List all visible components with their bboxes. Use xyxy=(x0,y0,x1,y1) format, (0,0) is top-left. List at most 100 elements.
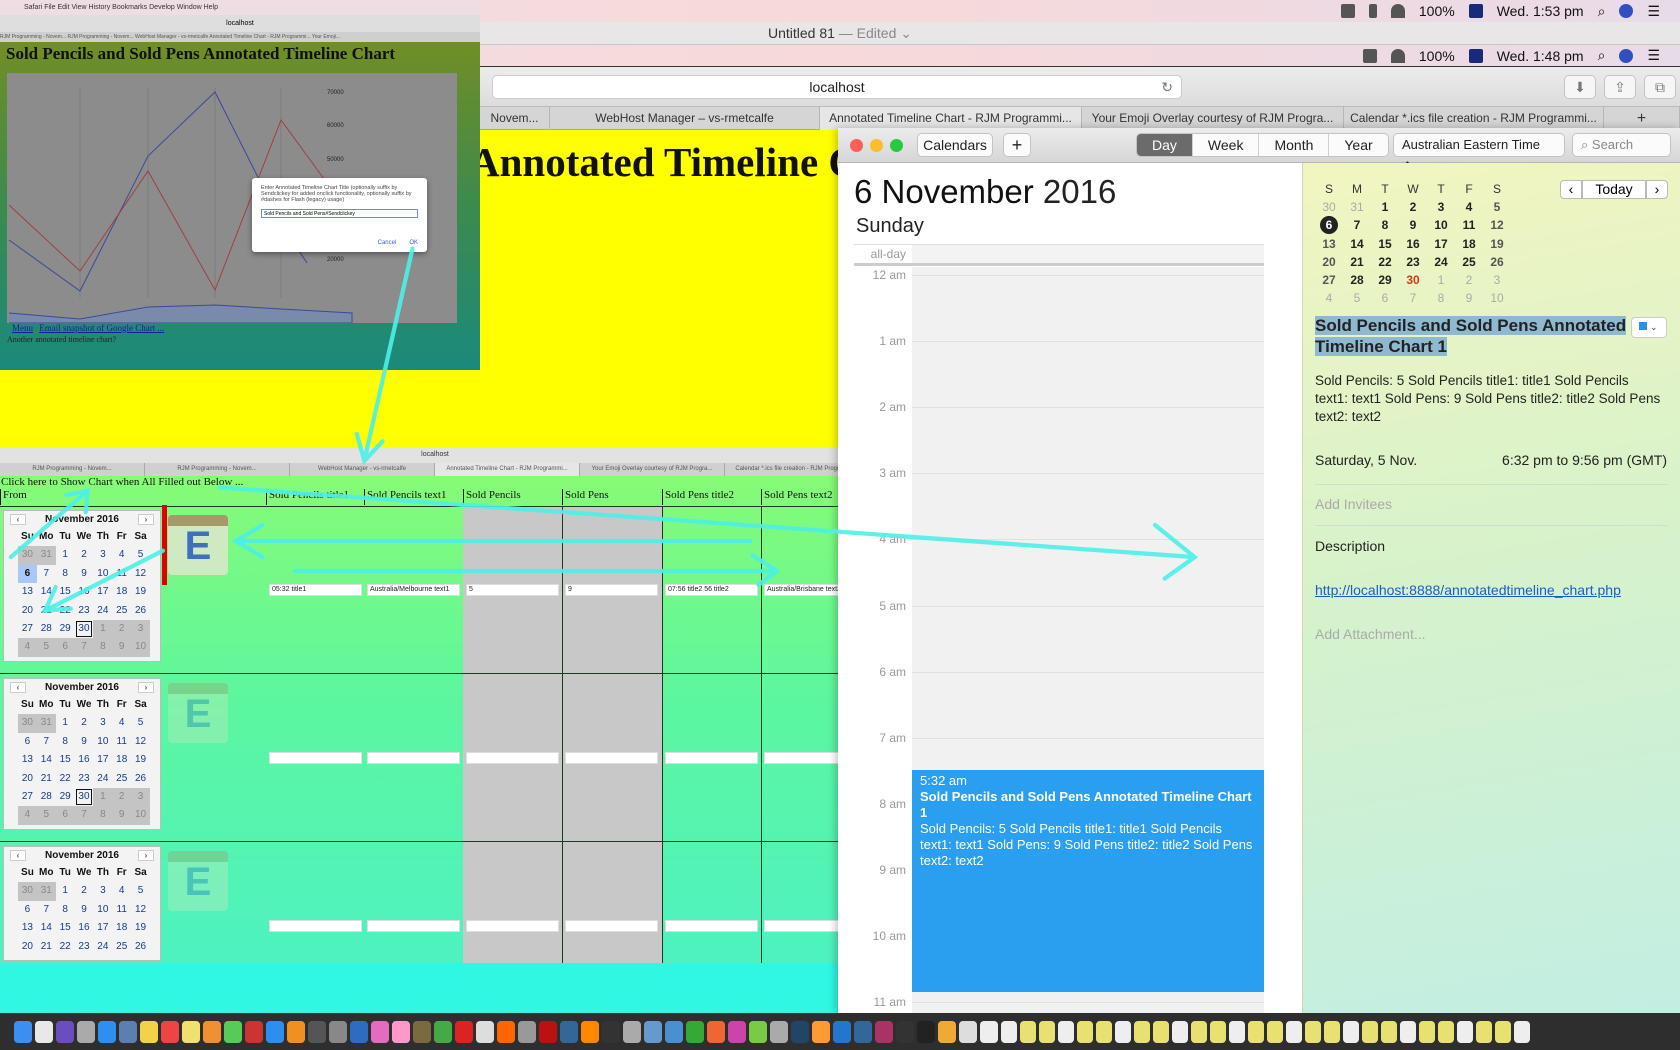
spotlight-icon[interactable]: ⌕ xyxy=(1598,3,1606,20)
date-picker-day[interactable]: 16 xyxy=(75,919,94,937)
date-picker[interactable]: ‹ November 2016 › Su Mo Tu We Th Fr Sa 30 31 1 2 3 4 5 6 7… xyxy=(3,510,161,662)
mini-calendar-day[interactable]: 5 xyxy=(1343,289,1371,307)
document-icon[interactable] xyxy=(1305,1020,1321,1043)
stickies-icon[interactable] xyxy=(182,1020,200,1043)
mini-calendar-day[interactable]: 30 xyxy=(1399,271,1427,289)
document-icon[interactable] xyxy=(1476,1020,1492,1043)
textedit-icon[interactable] xyxy=(476,1020,494,1043)
cell-input[interactable] xyxy=(367,752,460,764)
date-picker-day[interactable]: 20 xyxy=(18,938,37,956)
view-month[interactable]: Month xyxy=(1259,134,1330,156)
date-picker-day[interactable]: 12 xyxy=(131,565,150,583)
gimp-icon[interactable] xyxy=(413,1020,431,1043)
flag-icon[interactable] xyxy=(1468,48,1483,63)
calendar-ics-icon[interactable]: E xyxy=(168,851,228,911)
date-picker-day[interactable]: 3 xyxy=(93,546,112,564)
mini-calendar-day[interactable]: 27 xyxy=(1315,271,1343,289)
music-icon[interactable] xyxy=(392,1020,410,1043)
calendar-event[interactable]: 5:32 am Sold Pencils and Sold Pens Annot… xyxy=(912,770,1264,992)
mini-calendar-day[interactable]: 11 xyxy=(1455,216,1483,234)
close-window-icon[interactable] xyxy=(850,139,863,152)
cell-input[interactable] xyxy=(466,920,559,932)
document-icon[interactable] xyxy=(1229,1020,1245,1043)
document-icon[interactable] xyxy=(1001,1020,1017,1043)
prev-month-button[interactable]: ‹ xyxy=(10,514,26,525)
document-icon[interactable] xyxy=(35,1020,53,1043)
mini-calendar-day[interactable]: 24 xyxy=(1427,253,1455,271)
textwrangler-icon[interactable] xyxy=(665,1020,683,1043)
mini-calendar-day[interactable]: 10 xyxy=(1483,289,1511,307)
date-picker-day[interactable]: 8 xyxy=(93,806,113,825)
date-picker-day[interactable]: 19 xyxy=(131,751,150,769)
event-url-link[interactable]: http://localhost:8888/annotatedtimeline_… xyxy=(1315,582,1621,598)
all-day-row[interactable]: all-day xyxy=(854,244,1264,266)
date-picker-day[interactable]: 27 xyxy=(18,788,37,806)
mini-calendar-day[interactable]: 6 xyxy=(1315,216,1343,235)
date-picker-day[interactable]: 11 xyxy=(112,733,131,751)
date-picker-day[interactable]: 6 xyxy=(55,638,75,657)
date-picker-day[interactable]: 10 xyxy=(131,806,150,825)
document-icon[interactable] xyxy=(1191,1020,1207,1043)
date-picker-day[interactable]: 6 xyxy=(18,564,37,584)
menubar-clock[interactable]: Wed. 1:48 pm xyxy=(1497,48,1584,64)
mini-calendar-day[interactable]: 17 xyxy=(1427,235,1455,253)
menu-link[interactable]: Menu xyxy=(12,323,33,333)
document-icon[interactable] xyxy=(1419,1020,1435,1043)
visual-studio-code-icon[interactable] xyxy=(833,1020,851,1043)
mini-calendar-day[interactable]: 13 xyxy=(1315,235,1343,253)
flag-icon[interactable] xyxy=(1468,4,1483,18)
show-chart-link[interactable]: Click here to Show Chart when All Filled… xyxy=(1,476,243,488)
network-icon[interactable] xyxy=(791,1020,809,1043)
mini-calendar-day[interactable]: 14 xyxy=(1343,235,1371,253)
spotlight-icon[interactable]: ⌕ xyxy=(1598,47,1606,64)
date-picker-day[interactable]: 23 xyxy=(75,770,94,788)
date-picker-day[interactable]: 17 xyxy=(93,583,112,601)
wifi-icon[interactable] xyxy=(1390,4,1405,18)
notes-icon[interactable] xyxy=(140,1020,158,1043)
date-picker-day[interactable]: 3 xyxy=(131,619,150,639)
date-picker-day[interactable]: 22 xyxy=(56,602,75,620)
next-month-button[interactable]: › xyxy=(138,514,154,525)
date-picker-day[interactable]: 14 xyxy=(37,751,56,769)
itunes-icon[interactable] xyxy=(371,1020,389,1043)
cell-input[interactable]: 07:56 title2 56 title2 xyxy=(665,584,758,596)
notification-center-icon[interactable]: ☰ xyxy=(1647,3,1660,20)
date-picker-day[interactable]: 20 xyxy=(18,770,37,788)
mini-calendar-day[interactable]: 21 xyxy=(1343,253,1371,271)
ibooks-icon[interactable] xyxy=(287,1020,305,1043)
date-picker-day[interactable]: 9 xyxy=(112,806,132,825)
cell-input[interactable] xyxy=(466,752,559,764)
date-picker-day[interactable]: 5 xyxy=(131,882,150,900)
date-picker-day[interactable]: 19 xyxy=(131,583,150,601)
date-picker-day[interactable]: 2 xyxy=(112,619,132,639)
date-picker-day[interactable]: 31 xyxy=(36,882,56,901)
date-picker-day[interactable]: 21 xyxy=(37,770,56,788)
amp-icon[interactable] xyxy=(875,1020,893,1043)
mini-calendar-day[interactable]: 9 xyxy=(1399,216,1427,234)
date-picker-day[interactable]: 23 xyxy=(75,938,94,956)
date-picker-day[interactable]: 30 xyxy=(75,788,94,806)
document-icon[interactable] xyxy=(1134,1020,1150,1043)
virtualbox-icon[interactable] xyxy=(644,1020,662,1043)
trash-icon[interactable] xyxy=(980,1020,998,1043)
date-picker-day[interactable]: 13 xyxy=(18,751,37,769)
dialog-title-input[interactable] xyxy=(261,209,418,218)
document-icon[interactable] xyxy=(1248,1020,1264,1043)
zoom-window-icon[interactable] xyxy=(890,139,903,152)
date-picker-day[interactable]: 17 xyxy=(93,919,112,937)
mini-calendar-day[interactable]: 26 xyxy=(1483,253,1511,271)
date-picker-day[interactable]: 30 xyxy=(18,882,37,901)
document-icon[interactable] xyxy=(1495,1020,1511,1043)
date-picker-day[interactable]: 14 xyxy=(37,919,56,937)
date-picker-day[interactable]: 21 xyxy=(37,602,56,620)
date-picker-day[interactable]: 11 xyxy=(112,565,131,583)
wifi-icon[interactable] xyxy=(1390,48,1405,63)
mini-calendar-day[interactable]: 20 xyxy=(1315,253,1343,271)
date-picker-day[interactable]: 6 xyxy=(18,733,37,751)
date-picker-day[interactable]: 1 xyxy=(93,787,113,807)
date-picker-day[interactable]: 9 xyxy=(75,901,94,919)
date-picker-day[interactable]: 3 xyxy=(93,714,112,732)
date-picker-day[interactable]: 13 xyxy=(18,919,37,937)
view-day[interactable]: Day xyxy=(1137,134,1193,156)
document-icon[interactable] xyxy=(1058,1020,1074,1043)
